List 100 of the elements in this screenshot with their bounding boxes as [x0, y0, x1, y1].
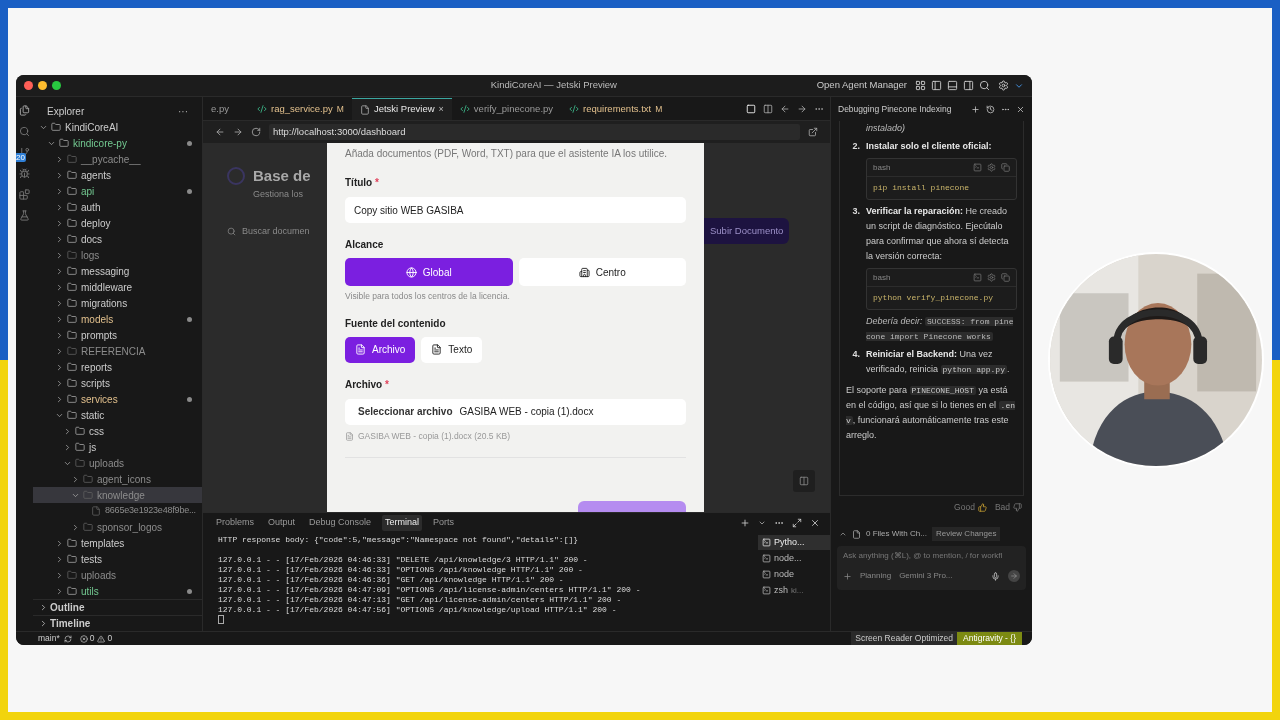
tree-item[interactable]: migrations	[33, 295, 202, 311]
tree-item[interactable]: auth	[33, 199, 202, 215]
option-button[interactable]: Global	[345, 258, 513, 286]
tree-item[interactable]: css	[33, 423, 202, 439]
tree-item[interactable]: kindicore-py	[33, 135, 202, 151]
reload-icon[interactable]	[251, 127, 261, 137]
editor-tab[interactable]: Jetski Preview ×	[351, 98, 452, 120]
toggle-icon-button[interactable]	[793, 470, 815, 492]
editor-tab[interactable]: rag_service.py M	[249, 98, 352, 120]
gear-icon[interactable]	[987, 163, 996, 172]
chat-input[interactable]: Ask anything (⌘L), @ to mention, / for workfl Planning Gemini 3 Pro...	[837, 546, 1026, 590]
files-icon[interactable]	[19, 105, 30, 116]
tree-item[interactable]: middleware	[33, 279, 202, 295]
tree-item[interactable]: models	[33, 311, 202, 327]
chevron-icon[interactable]	[758, 519, 766, 527]
panel-tab[interactable]: Debug Console	[306, 515, 375, 531]
tree-item[interactable]: uploads	[33, 567, 202, 583]
mode-selector[interactable]: Planning	[860, 570, 892, 582]
tree-item[interactable]: REFERENCIA	[33, 343, 202, 359]
agent-manager-link[interactable]: Open Agent Manager	[816, 78, 907, 93]
tree-item[interactable]: services	[33, 391, 202, 407]
file-field[interactable]: Seleccionar archivo GASIBA WEB - copia (1).docx	[345, 398, 686, 425]
extensions-icon[interactable]	[19, 189, 30, 200]
tree-item[interactable]: prompts	[33, 327, 202, 343]
tree-item[interactable]: static	[33, 407, 202, 423]
plus-icon[interactable]	[843, 571, 852, 581]
gear-icon[interactable]	[987, 273, 996, 282]
minimize-light[interactable]	[38, 81, 47, 90]
sidebar-icon[interactable]	[931, 80, 942, 91]
tree-item[interactable]: js	[33, 439, 202, 455]
branch-status[interactable]: main*	[38, 632, 60, 645]
good-button[interactable]: Good	[954, 500, 987, 514]
editor-tab[interactable]: requirements.txt M	[561, 98, 671, 120]
panel-tab[interactable]: Terminal	[382, 515, 423, 531]
panel-tab[interactable]: Output	[265, 515, 299, 531]
close-light[interactable]	[24, 81, 33, 90]
terminal-session[interactable]: node...	[758, 551, 830, 566]
panel-tab[interactable]: Ports	[430, 515, 458, 531]
brand-status[interactable]: Antigravity - {}	[957, 632, 1022, 645]
title-field[interactable]: Copy sitio WEB GASIBA	[345, 197, 686, 223]
tree-item[interactable]: utils	[33, 583, 202, 599]
sync-icon[interactable]	[63, 634, 72, 643]
tree-item[interactable]: docs	[33, 231, 202, 247]
tree-item[interactable]: scripts	[33, 375, 202, 391]
bad-button[interactable]: Bad	[994, 500, 1022, 514]
close-icon[interactable]	[1016, 104, 1025, 114]
choose-file-button[interactable]: Seleccionar archivo	[358, 404, 453, 420]
maximize-icon[interactable]	[792, 518, 802, 528]
files-changed[interactable]: 0 Files With Ch...	[866, 528, 927, 540]
bug-icon[interactable]	[19, 168, 30, 179]
terminal-session[interactable]: Pytho...	[758, 535, 830, 550]
forward-icon[interactable]	[233, 127, 243, 137]
tree-item[interactable]: messaging	[33, 263, 202, 279]
option-button[interactable]: Texto	[421, 336, 483, 363]
tree-item[interactable]: logs	[33, 247, 202, 263]
editor-tab[interactable]: e.py	[203, 98, 249, 120]
tree-item[interactable]: sponsor_logos	[33, 519, 202, 535]
preview-icon[interactable]	[746, 104, 756, 114]
close-tab-button[interactable]: ×	[438, 102, 444, 117]
tree-item[interactable]: templates	[33, 535, 202, 551]
plus-icon[interactable]	[740, 518, 750, 528]
back-icon[interactable]	[780, 104, 790, 114]
tree-item[interactable]: __pycache__	[33, 151, 202, 167]
tree-item[interactable]: agent_icons	[33, 471, 202, 487]
back-icon[interactable]	[215, 127, 225, 137]
section-header[interactable]: Outline	[33, 599, 202, 615]
tree-item[interactable]: deploy	[33, 215, 202, 231]
tree-item[interactable]: api	[33, 183, 202, 199]
tree-item[interactable]: reports	[33, 359, 202, 375]
model-selector[interactable]: Gemini 3 Pro...	[899, 570, 953, 582]
flask-icon[interactable]	[19, 210, 30, 221]
search-icon[interactable]	[979, 80, 990, 91]
tree-item[interactable]: 8665e3e1923e48f9be...	[33, 503, 202, 519]
search-field[interactable]: Buscar documen	[227, 225, 327, 239]
zoom-light[interactable]	[52, 81, 61, 90]
more-button[interactable]: ···	[178, 103, 188, 119]
tree-item[interactable]: knowledge	[33, 487, 202, 503]
microphone-icon[interactable]	[991, 571, 1000, 581]
panel-tab[interactable]: Problems	[213, 515, 257, 531]
close-icon[interactable]	[810, 518, 820, 528]
option-button[interactable]: Centro	[518, 258, 686, 286]
editor-tab[interactable]: verify_pinecone.py	[451, 98, 562, 120]
review-button[interactable]: Review Changes	[931, 527, 1001, 541]
chevron-icon[interactable]	[839, 530, 847, 538]
tree-item[interactable]: tests	[33, 551, 202, 567]
settings-icon[interactable]	[998, 80, 1009, 91]
upload-button[interactable]: Subir Documento	[704, 218, 790, 244]
tree-item[interactable]: KindiCoreAI	[33, 119, 202, 135]
tree-item[interactable]: uploads	[33, 455, 202, 471]
panel-icon[interactable]	[947, 80, 958, 91]
tree-item[interactable]: agents	[33, 167, 202, 183]
layout-icon[interactable]	[915, 80, 926, 91]
external-link-icon[interactable]	[808, 127, 818, 137]
send-button[interactable]	[1008, 570, 1020, 582]
split-icon[interactable]	[763, 104, 773, 114]
terminal-session[interactable]: node	[758, 567, 830, 582]
history-icon[interactable]	[986, 104, 995, 114]
terminal-session[interactable]: zsh ki...	[758, 583, 830, 598]
forward-icon[interactable]	[797, 104, 807, 114]
url-field[interactable]: http://localhost:3000/dashboard	[269, 124, 800, 140]
